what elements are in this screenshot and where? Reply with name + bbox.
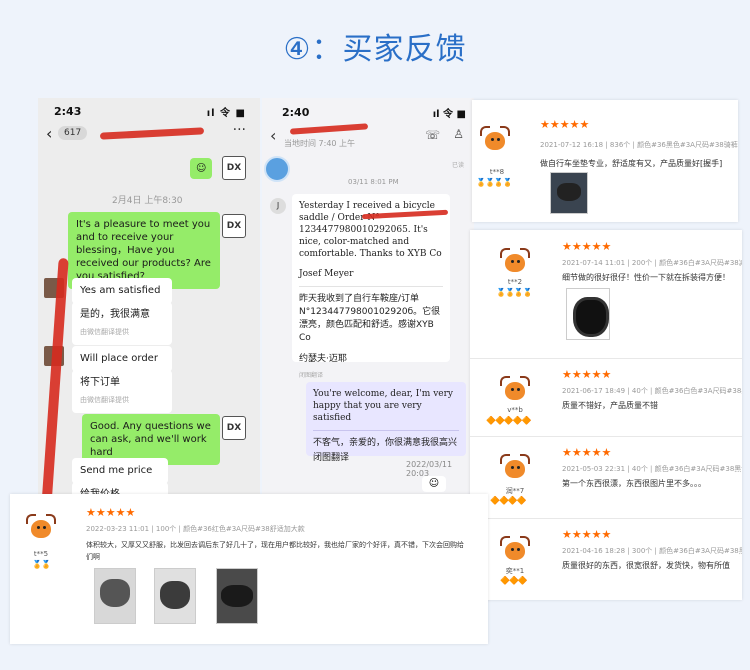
- star-rating: ★★★★★: [540, 118, 590, 131]
- buyer-level-badge: 🔶🔶🔶: [500, 576, 528, 585]
- mascot-avatar: [480, 126, 510, 152]
- review-row-divider: [470, 518, 742, 519]
- review-row-divider: [470, 436, 742, 437]
- buyer-level-badge: 🏅🏅: [32, 560, 51, 569]
- star-rating: ★★★★★: [86, 506, 136, 519]
- seller-avatar: DX: [222, 416, 246, 440]
- review-meta: 2021-07-14 11:01 | 200个 | 颜色#36白#3A尺码#38…: [562, 259, 742, 267]
- buyer-message-en: Will place order: [80, 353, 158, 364]
- buyer-message-en: Yes am satisfied: [80, 285, 161, 296]
- review-meta: 2021-04-16 18:28 | 300个 | 颜色#36白#3A尺码#38…: [562, 547, 742, 555]
- status-time: 2:40: [282, 106, 310, 119]
- seller-reply: You're welcome, dear, I'm very happy tha…: [306, 382, 466, 463]
- buyer-translation: 是的，我很满意 由微信翻译提供: [72, 302, 172, 345]
- star-rating: ★★★★★: [562, 528, 612, 541]
- buyer-level-badge: 🔶🔶🔶🔶🔶: [486, 416, 532, 425]
- buyer-message-zh: 将下订单: [80, 377, 120, 388]
- translation-note: 由微信翻译提供: [80, 396, 129, 404]
- review-meta: 2021-07-12 16:18 | 836个 | 颜色#36黑色#3A尺码#3…: [540, 141, 738, 149]
- review-card: t**5 🏅🏅 ★★★★★ 2022-03-23 11:01 | 100个 | …: [10, 494, 488, 644]
- reviewer-name: t**5: [33, 550, 49, 558]
- back-icon[interactable]: ‹: [46, 124, 52, 143]
- review-card: t**8 🏅🏅🏅🏅 ★★★★★ 2021-07-12 16:18 | 836个 …: [472, 100, 738, 222]
- more-icon[interactable]: ···: [233, 122, 246, 138]
- review-photo[interactable]: [550, 172, 588, 214]
- wechat-chat-screenshot: 2:43 ıl 令 ■ ‹ 617 ··· ☺ DX 2月4日 上午8:30 I…: [38, 98, 260, 518]
- seller-avatar: DX: [222, 214, 246, 238]
- review-list-card: t**2 🏅🏅🏅🏅 ★★★★★ 2021-07-14 11:01 | 200个 …: [470, 230, 742, 600]
- buyer-message: Will place order: [72, 346, 172, 372]
- translation-note: 闭图翻译: [299, 372, 324, 379]
- review-photo[interactable]: [94, 568, 136, 624]
- buyer-message: Yes am satisfied: [72, 278, 172, 304]
- review-meta: 2021-05-03 22:31 | 40个 | 颜色#36白#3A尺码#38黑…: [562, 465, 742, 473]
- sender-avatar: J: [270, 198, 286, 214]
- star-rating: ★★★★★: [562, 368, 612, 381]
- profile-icon[interactable]: ♙: [453, 127, 464, 141]
- emoji-bubble: ☺: [422, 476, 446, 492]
- reviewer-name: 奕**1: [505, 567, 525, 575]
- status-bar: 2:43 ıl 令 ■: [38, 98, 260, 122]
- buyer-level-badge: 🏅🏅🏅🏅: [476, 178, 513, 187]
- seller-avatar: DX: [222, 156, 246, 180]
- mascot-avatar: [500, 248, 530, 274]
- status-time: 2:43: [54, 105, 82, 118]
- local-time-subtitle: 当地时间 7:40 上午: [284, 139, 356, 148]
- review-photo[interactable]: [216, 568, 258, 624]
- review-text-cont: 们啊: [86, 553, 100, 561]
- star-rating: ★★★★★: [562, 446, 612, 459]
- review-photo[interactable]: [154, 568, 196, 624]
- review-text: 细节做的很好很仔！性价一下就在拆装得方便！: [562, 273, 730, 282]
- letter-chinese: 昨天我收到了自行车鞍座/订单N°12344779800102920б。它很漂亮，…: [299, 294, 441, 343]
- buyer-message-en: Send me price: [80, 465, 153, 476]
- buyer-message: Send me price: [72, 458, 168, 484]
- review-row-divider: [470, 358, 742, 359]
- signal-icon: ıl 令 ■: [432, 109, 466, 120]
- status-bar: 2:40 ıl 令 ■: [262, 98, 474, 120]
- reviewer-name: t**2: [507, 278, 523, 286]
- review-text: 质量很好的东西，很宽很舒，发货快，物有所值: [562, 561, 730, 570]
- unread-count[interactable]: 617: [58, 126, 88, 140]
- letter-signature-zh: 约瑟夫·迈耶: [299, 354, 347, 364]
- review-text: 体积较大，又厚又又舒服，比发回去调后东了好几十了，现在用户都比较好，我也给厂家的…: [86, 541, 464, 549]
- customer-letter: Yesterday I received a bicycle saddle / …: [292, 194, 450, 379]
- call-icon[interactable]: ☏: [425, 128, 440, 142]
- chat-timestamp: 2月4日 上午8:30: [112, 196, 183, 206]
- reviewer-name: 润**7: [505, 487, 525, 495]
- review-meta: 2022-03-23 11:01 | 100个 | 颜色#36红色#3A尺码#3…: [86, 525, 305, 533]
- page-title: ④：买家反馈: [283, 32, 467, 67]
- review-text: 质量不错好，产品质量不错: [562, 401, 658, 410]
- reply-english: You're welcome, dear, I'm very happy tha…: [313, 389, 453, 423]
- reply-chinese: 不客气，亲爱的，你很满意我很高兴: [313, 438, 458, 448]
- mascot-avatar: [500, 454, 530, 480]
- review-text: 第一个东西很漂，东西很图片里不多。。。: [562, 479, 706, 488]
- translation-chat-screenshot: 2:40 ıl 令 ■ ‹ ☏ ♙ 当地时间 7:40 上午 已读 03/11 …: [262, 98, 474, 498]
- signal-icon: ıl 令 ■: [206, 108, 246, 119]
- read-status: 已读: [452, 162, 465, 169]
- chat-timestamp: 03/11 8:01 PM: [348, 178, 399, 186]
- contact-avatar[interactable]: [264, 156, 290, 182]
- buyer-translation: 将下订单 由微信翻译提供: [72, 370, 172, 413]
- review-meta: 2021-06-17 18:49 | 40个 | 颜色#36白色#3A尺码#38…: [562, 387, 742, 395]
- review-text: 做自行车坐垫专业，舒适度有又，产品质量好[握手]: [540, 159, 723, 168]
- mascot-avatar: [500, 376, 530, 402]
- buyer-level-badge: 🔶🔶🔶🔶: [490, 496, 527, 505]
- mascot-avatar: [500, 536, 530, 562]
- reviewer-name: v**b: [507, 406, 523, 414]
- mascot-avatar: [26, 514, 56, 540]
- letter-signature: Josef Meyer: [299, 269, 354, 279]
- translation-note: 由微信翻译提供: [80, 328, 129, 336]
- letter-english: Yesterday I received a bicycle saddle / …: [299, 201, 442, 259]
- back-icon[interactable]: ‹: [270, 126, 276, 145]
- reviewer-name: t**8: [489, 168, 505, 176]
- buyer-level-badge: 🏅🏅🏅🏅: [496, 288, 533, 297]
- review-photo[interactable]: [566, 288, 610, 340]
- star-rating: ★★★★★: [562, 240, 612, 253]
- buyer-message-zh: 是的，我很满意: [80, 309, 150, 320]
- emoji-bubble: ☺: [190, 158, 212, 179]
